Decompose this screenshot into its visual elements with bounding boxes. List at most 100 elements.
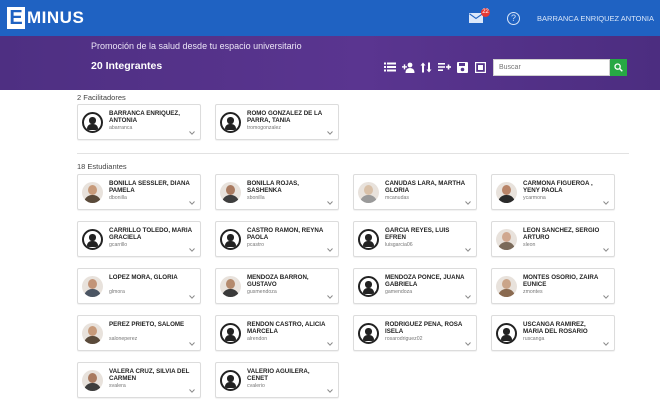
member-card[interactable]: USCANGA RAMIREZ, MARIA DEL ROSARIO ruscan… <box>491 315 615 351</box>
save-icon[interactable] <box>455 61 469 73</box>
top-bar: E MINUS 22 ? BARRANCA ENRIQUEZ ANTONIA <box>0 0 660 36</box>
default-avatar-icon <box>220 112 241 133</box>
chevron-down-icon[interactable] <box>327 342 333 346</box>
list-view-icon[interactable] <box>383 61 397 73</box>
member-card[interactable]: RODRIGUEZ PENA, ROSA ISELA rosarodriguez0… <box>353 315 477 351</box>
avatar <box>496 182 517 203</box>
member-card[interactable]: CARRILLO TOLEDO, MARIA GRACIELA gcarrillo <box>77 221 201 257</box>
logo-text: MINUS <box>27 8 85 27</box>
sort-icon[interactable] <box>419 61 433 73</box>
chevron-down-icon[interactable] <box>603 248 609 252</box>
member-card[interactable]: BONILLA ROJAS, SASHENKA sbonilla <box>215 174 339 210</box>
member-name: RENDON CASTRO, ALICIA MARCELA <box>247 321 326 336</box>
member-username: ycarmona <box>523 195 546 202</box>
header-toolbar <box>383 61 491 73</box>
avatar <box>82 323 103 344</box>
member-name: USCANGA RAMIREZ, MARIA DEL ROSARIO <box>523 321 588 336</box>
eminus-logo[interactable]: E MINUS <box>7 7 84 29</box>
member-card[interactable]: BARRANCA ENRIQUEZ, ANTONIA abarranca <box>77 104 201 140</box>
chevron-down-icon[interactable] <box>465 342 471 346</box>
member-username: luisgarcia06 <box>385 242 413 249</box>
default-avatar-icon <box>358 323 379 344</box>
chevron-down-icon[interactable] <box>189 342 195 346</box>
help-icon[interactable]: ? <box>507 11 521 25</box>
member-card[interactable]: CARMONA FIGUEROA , YENY PAOLA ycarmona <box>491 174 615 210</box>
chevron-down-icon[interactable] <box>189 201 195 205</box>
search-button[interactable] <box>610 59 627 76</box>
mail-icon[interactable]: 22 <box>469 8 491 23</box>
default-avatar-icon <box>220 370 241 391</box>
member-card[interactable]: CASTRO RAMON, REYNA PAOLA pcastro <box>215 221 339 257</box>
member-card[interactable]: GARCIA REYES, LUIS EFREN luisgarcia06 <box>353 221 477 257</box>
chevron-down-icon[interactable] <box>327 248 333 252</box>
member-card[interactable]: MONTES OSORIO, ZAIRA EUNICE zmontes <box>491 268 615 304</box>
member-username: zmontes <box>523 289 543 296</box>
member-card[interactable]: BONILLA SESSLER, DIANA PAMELA dbonilla <box>77 174 201 210</box>
member-username: mcanudas <box>385 195 409 202</box>
chevron-down-icon[interactable] <box>465 201 471 205</box>
member-name: CANUDAS LARA, MARTHA GLORIA <box>385 180 465 195</box>
member-username: cvalerio <box>247 383 265 390</box>
user-name[interactable]: BARRANCA ENRIQUEZ ANTONIA <box>537 14 654 23</box>
chevron-down-icon[interactable] <box>189 295 195 299</box>
member-card[interactable]: CANUDAS LARA, MARTHA GLORIA mcanudas <box>353 174 477 210</box>
chevron-down-icon[interactable] <box>465 248 471 252</box>
member-card[interactable]: LOPEZ MORA, GLORIA glmora <box>77 268 201 304</box>
member-card[interactable]: PEREZ PRIETO, SALOME saloneperez <box>77 315 201 351</box>
members-count: 20 Integrantes <box>91 60 163 72</box>
member-username: tromogonzalez <box>247 125 282 132</box>
member-card[interactable]: ROMO GONZALEZ DE LA PARRA, TANIA tromogon… <box>215 104 339 140</box>
member-username: sleon <box>523 242 536 249</box>
member-username: saloneperez <box>109 336 138 343</box>
avatar <box>220 182 241 203</box>
member-username: gcarrillo <box>109 242 128 249</box>
member-username: gamendoza <box>385 289 413 296</box>
chevron-down-icon[interactable] <box>189 248 195 252</box>
facilitators-label: 2 Facilitadores <box>77 93 126 102</box>
member-card[interactable]: MENDOZA PONCE, JUANA GABRIELA gamendoza <box>353 268 477 304</box>
member-card[interactable]: RENDON CASTRO, ALICIA MARCELA alrendon <box>215 315 339 351</box>
search-input[interactable] <box>493 59 610 76</box>
member-username: dbonilla <box>109 195 127 202</box>
export-icon[interactable] <box>473 61 487 73</box>
top-bar-right: 22 ? BARRANCA ENRIQUEZ ANTONIA <box>469 0 654 36</box>
member-card[interactable]: LEON SANCHEZ, SERGIO ARTURO sleon <box>491 221 615 257</box>
member-name: GARCIA REYES, LUIS EFREN <box>385 227 450 242</box>
chevron-down-icon[interactable] <box>327 201 333 205</box>
search-icon <box>614 63 623 72</box>
chevron-down-icon[interactable] <box>327 389 333 393</box>
chevron-down-icon[interactable] <box>189 131 195 135</box>
default-avatar-icon <box>82 112 103 133</box>
section-divider <box>77 153 629 154</box>
member-username: rosarodriguez02 <box>385 336 423 343</box>
default-avatar-icon <box>82 229 103 250</box>
default-avatar-icon <box>496 323 517 344</box>
member-name: BONILLA SESSLER, DIANA PAMELA <box>109 180 190 195</box>
member-name: CARMONA FIGUEROA , YENY PAOLA <box>523 180 593 195</box>
member-username: pcastro <box>247 242 265 249</box>
chevron-down-icon[interactable] <box>327 295 333 299</box>
member-card[interactable]: MENDOZA BARRON, GUSTAVO gusmendoza <box>215 268 339 304</box>
member-name: VALERIO AGUILERA, CENET <box>247 368 310 383</box>
add-member-icon[interactable] <box>401 61 415 73</box>
member-name: ROMO GONZALEZ DE LA PARRA, TANIA <box>247 110 323 125</box>
member-card[interactable]: VALERA CRUZ, SILVIA DEL CARMEN svalera <box>77 362 201 398</box>
member-name: MONTES OSORIO, ZAIRA EUNICE <box>523 274 599 289</box>
chevron-down-icon[interactable] <box>603 295 609 299</box>
members-content: 2 Facilitadores 18 Estudiantes BARRANCA … <box>0 90 660 412</box>
member-username: sbonilla <box>247 195 265 202</box>
chevron-down-icon[interactable] <box>603 201 609 205</box>
chevron-down-icon[interactable] <box>327 131 333 135</box>
member-card[interactable]: VALERIO AGUILERA, CENET cvalerio <box>215 362 339 398</box>
group-list-icon[interactable] <box>437 61 451 73</box>
avatar <box>82 370 103 391</box>
logo-letter: E <box>7 7 25 29</box>
chevron-down-icon[interactable] <box>189 389 195 393</box>
chevron-down-icon[interactable] <box>603 342 609 346</box>
member-username: glmora <box>109 289 125 296</box>
chevron-down-icon[interactable] <box>465 295 471 299</box>
member-name: LEON SANCHEZ, SERGIO ARTURO <box>523 227 600 242</box>
avatar <box>496 276 517 297</box>
member-name: BONILLA ROJAS, SASHENKA <box>247 180 300 195</box>
member-name: MENDOZA BARRON, GUSTAVO <box>247 274 309 289</box>
